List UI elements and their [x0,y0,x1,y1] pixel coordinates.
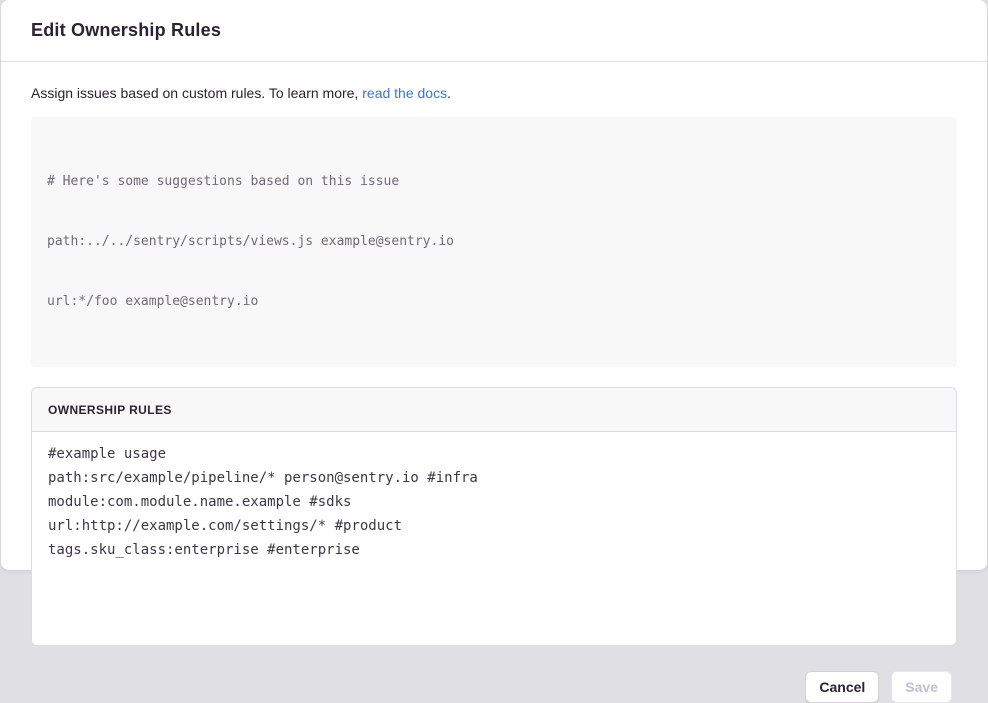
ownership-rules-textarea[interactable]: #example usage path:src/example/pipeline… [32,432,956,645]
edit-ownership-rules-modal: Edit Ownership Rules Assign issues based… [1,0,987,570]
cancel-button[interactable]: Cancel [805,671,879,703]
modal-title: Edit Ownership Rules [31,20,221,41]
suggestion-line: url:*/foo example@sentry.io [47,292,941,312]
suggestions-code-block: # Here's some suggestions based on this … [31,117,957,367]
modal-header: Edit Ownership Rules [1,0,987,62]
save-button[interactable]: Save [891,671,952,703]
description-after-link: . [447,85,451,101]
description-before-link: Assign issues based on custom rules. To … [31,85,362,101]
suggestion-line: # Here's some suggestions based on this … [47,172,941,192]
ownership-rules-panel-header: OWNERSHIP RULES [32,388,956,432]
suggestion-line: path:../../sentry/scripts/views.js examp… [47,232,941,252]
ownership-rules-panel: OWNERSHIP RULES #example usage path:src/… [31,387,957,646]
modal-footer: Cancel Save [1,646,987,703]
modal-body: Assign issues based on custom rules. To … [1,62,987,646]
read-the-docs-link[interactable]: read the docs [362,85,447,101]
description-text: Assign issues based on custom rules. To … [31,85,957,102]
